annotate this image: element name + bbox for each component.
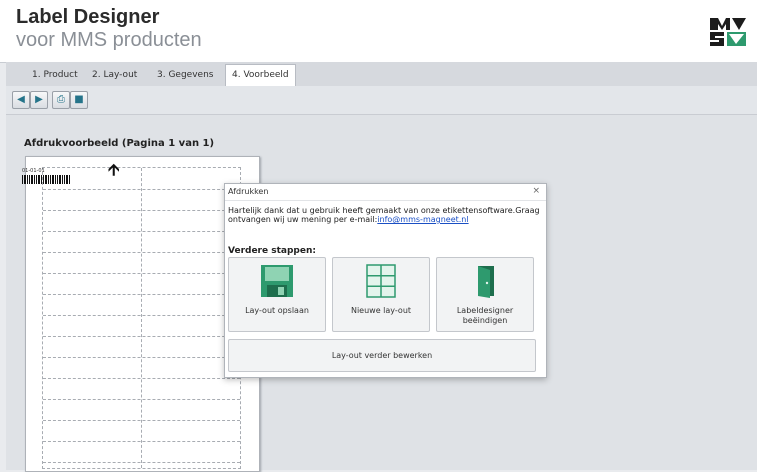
quit-designer-label: Labeldesigner beëindigen <box>456 306 514 325</box>
label-row-divider <box>43 357 240 358</box>
save-layout-button[interactable]: Lay-out opslaan <box>228 257 326 332</box>
floppy-save-icon[interactable]: ■ <box>70 91 88 109</box>
printer-icon[interactable]: ⎙ <box>52 91 70 109</box>
tab-gegevens[interactable]: 3. Gegevens <box>151 65 219 85</box>
dialog-title: Afdrukken <box>228 187 269 196</box>
tab-layout[interactable]: 2. Lay-out <box>86 65 143 85</box>
label-row-divider <box>43 378 240 379</box>
preview-title: Afdrukvoorbeeld (Pagina 1 van 1) <box>24 138 215 149</box>
label-row-divider <box>43 420 240 421</box>
tab-product[interactable]: 1. Product <box>26 65 84 85</box>
continue-editing-button[interactable]: Lay-out verder bewerken <box>228 339 536 372</box>
label-row-divider <box>43 252 240 253</box>
dialog-header: Afdrukken × <box>225 184 546 201</box>
dialog-message: Hartelijk dank dat u gebruik heeft gemaa… <box>228 206 542 224</box>
save-layout-label: Lay-out opslaan <box>245 306 309 315</box>
grid-layout-icon <box>366 264 396 298</box>
label-row-divider <box>43 189 240 190</box>
barcode-icon <box>22 175 70 184</box>
print-dialog: Afdrukken × Hartelijk dank dat u gebruik… <box>224 183 547 378</box>
label-sheet <box>42 167 241 469</box>
sheet-column-divider <box>141 168 142 468</box>
label-row-divider <box>43 441 240 442</box>
app-subtitle: voor MMS producten <box>16 29 202 51</box>
arrow-right-icon[interactable]: ▶ <box>30 91 48 109</box>
label-row-divider <box>43 399 240 400</box>
quit-designer-button[interactable]: Labeldesigner beëindigen <box>436 257 534 332</box>
floppy-save-icon <box>261 265 293 297</box>
new-layout-label: Nieuwe lay-out <box>350 306 412 315</box>
label-row-divider <box>43 294 240 295</box>
arrow-up-icon: 🡩 <box>108 160 120 179</box>
continue-editing-label: Lay-out verder bewerken <box>331 351 433 360</box>
steps-heading: Verdere stappen: <box>228 246 316 256</box>
new-layout-button[interactable]: Nieuwe lay-out <box>332 257 430 332</box>
tab-bar: 1. Product 2. Lay-out 3. Gegevens 4. Voo… <box>6 62 757 87</box>
label-row-divider <box>43 231 240 232</box>
toolbar: ◀ ▶ ⎙ ■ <box>6 86 757 115</box>
label-row-divider <box>43 210 240 211</box>
arrow-left-icon[interactable]: ◀ <box>12 91 30 109</box>
tab-voorbeeld[interactable]: 4. Voorbeeld <box>225 64 296 86</box>
label-row-divider <box>43 336 240 337</box>
label-row-divider <box>43 273 240 274</box>
label-row-divider <box>43 462 240 463</box>
label-row-divider <box>43 315 240 316</box>
mms-logo-icon <box>708 16 748 48</box>
email-link[interactable]: info@mms-magneet.nl <box>377 215 468 224</box>
app-title: Label Designer <box>16 6 160 28</box>
close-icon[interactable]: × <box>532 186 540 196</box>
app-header: Label Designer voor MMS producten <box>0 0 757 63</box>
label-code: 01-01-01 <box>22 168 45 174</box>
exit-door-icon <box>478 266 494 298</box>
